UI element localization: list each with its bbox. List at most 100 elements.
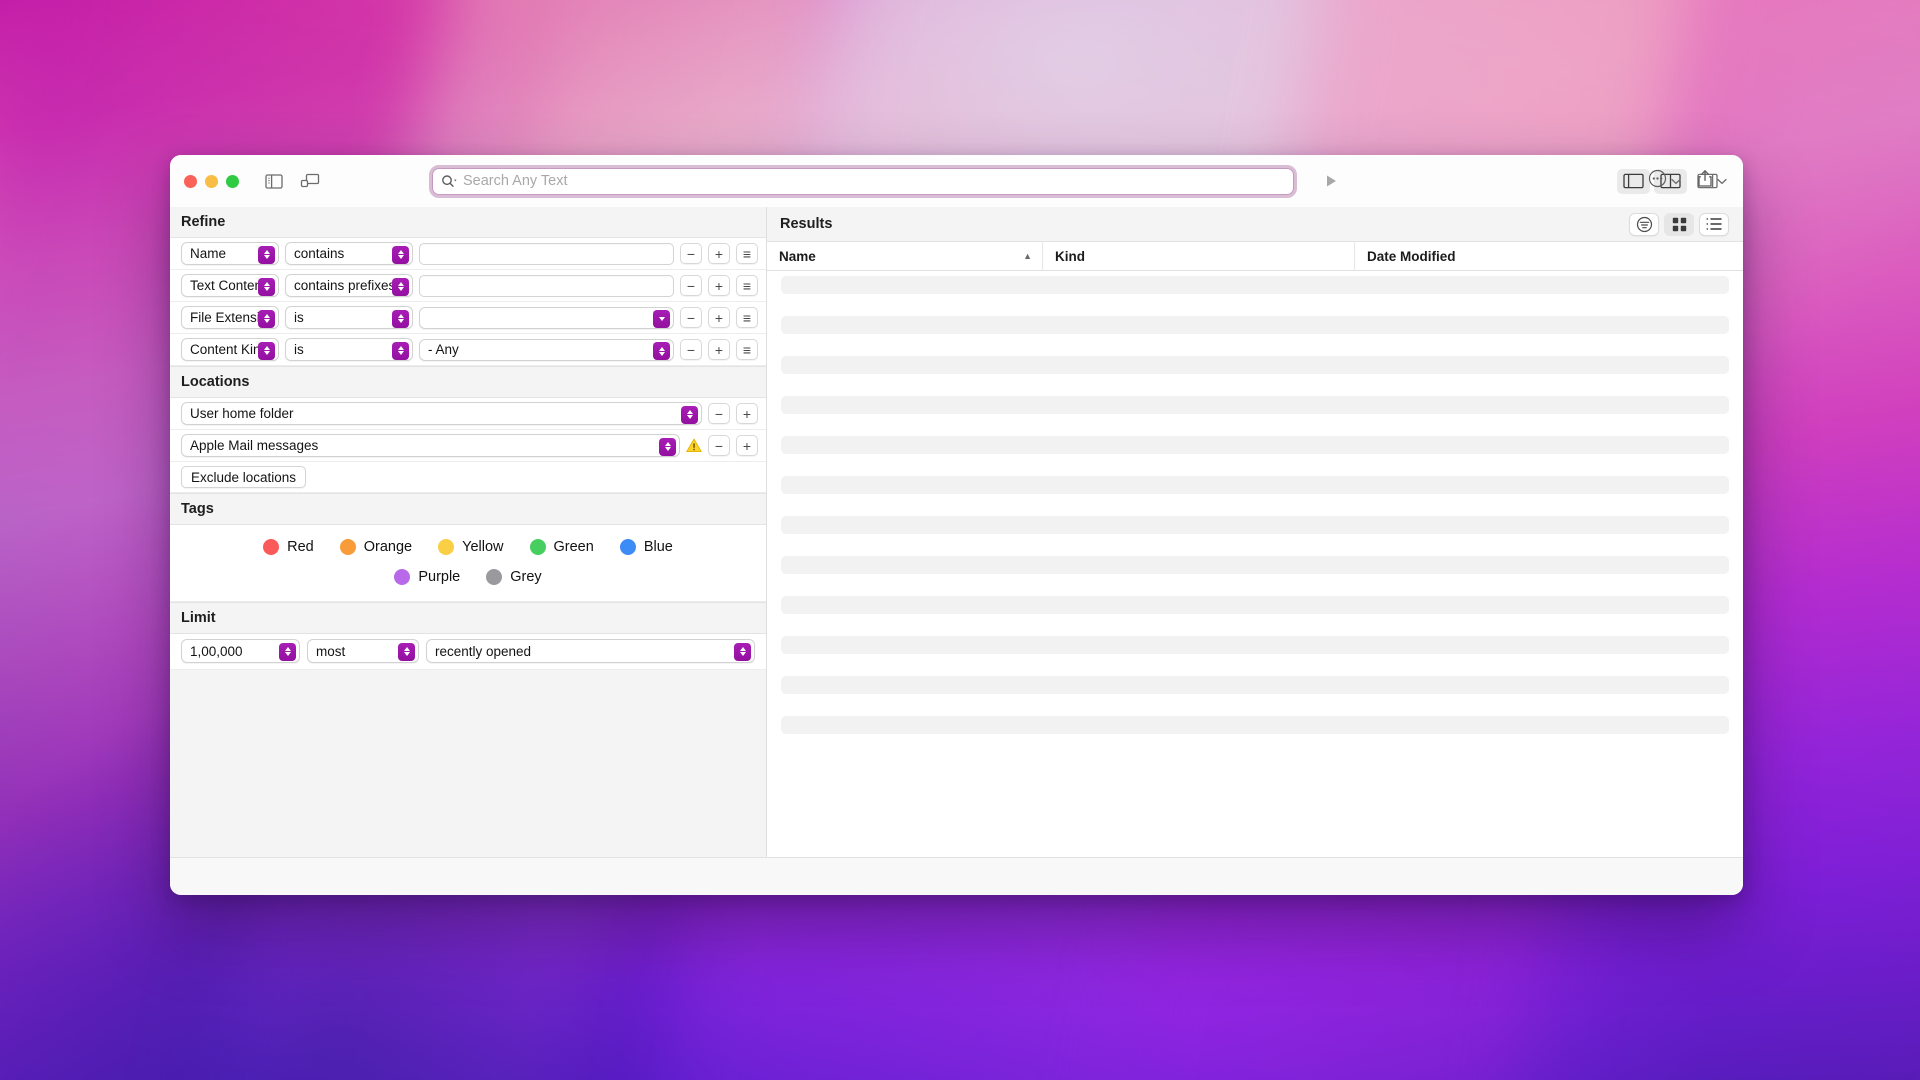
location-select[interactable]: Apple Mail messages xyxy=(181,434,680,457)
column-header-name[interactable]: Name ▲ xyxy=(767,242,1043,270)
tag-row: Purple Grey xyxy=(170,569,766,585)
results-row-placeholder[interactable] xyxy=(781,636,1729,654)
add-criterion-button[interactable]: + xyxy=(708,243,730,264)
stepper-icon[interactable] xyxy=(398,642,415,661)
tag-blue[interactable]: Blue xyxy=(619,539,673,555)
tag-label: Purple xyxy=(418,569,461,585)
exclude-locations-button[interactable]: Exclude locations xyxy=(181,466,307,488)
refine-value-combobox[interactable] xyxy=(419,306,674,329)
remove-location-button[interactable]: − xyxy=(708,403,730,424)
refine-field-select[interactable]: Name xyxy=(181,242,279,265)
stepper-icon[interactable] xyxy=(258,245,275,264)
stepper-icon[interactable] xyxy=(279,642,296,661)
tag-grey[interactable]: Grey xyxy=(486,569,542,585)
results-row-placeholder[interactable] xyxy=(781,716,1729,734)
remove-criterion-button[interactable]: − xyxy=(680,243,702,264)
criterion-menu-button[interactable]: ≡ xyxy=(736,339,758,360)
results-row-placeholder[interactable] xyxy=(781,596,1729,614)
stepper-icon[interactable] xyxy=(258,341,275,360)
stepper-icon[interactable] xyxy=(392,341,409,360)
tag-label: Grey xyxy=(510,569,542,585)
share-icon xyxy=(1697,169,1713,193)
results-title: Results xyxy=(780,216,833,232)
criteria-pane: Refine Name contains − + ≡ Text Content … xyxy=(170,207,767,857)
stepper-icon[interactable] xyxy=(734,642,751,661)
window-detach-button[interactable] xyxy=(295,168,325,194)
more-options-button[interactable] xyxy=(1648,169,1681,193)
refine-field-select[interactable]: Text Content xyxy=(181,274,279,297)
results-row-placeholder[interactable] xyxy=(781,516,1729,534)
refine-value-input[interactable] xyxy=(419,274,674,297)
results-row-placeholder[interactable] xyxy=(781,276,1729,294)
results-row-placeholder[interactable] xyxy=(781,396,1729,414)
search-input[interactable] xyxy=(463,168,1285,194)
remove-location-button[interactable]: − xyxy=(708,435,730,456)
stepper-icon[interactable] xyxy=(681,405,698,424)
limit-ordering-select[interactable]: most xyxy=(307,639,419,663)
sidebar-toggle-button[interactable] xyxy=(259,168,289,194)
stepper-icon[interactable] xyxy=(392,309,409,328)
results-list[interactable] xyxy=(767,271,1743,857)
zoom-window-button[interactable] xyxy=(226,174,239,188)
search-field[interactable] xyxy=(429,164,1297,198)
add-location-button[interactable]: + xyxy=(736,435,758,456)
limit-section-title: Limit xyxy=(170,602,766,634)
criterion-menu-button[interactable]: ≡ xyxy=(736,243,758,264)
chevron-down-icon[interactable] xyxy=(653,310,670,328)
stepper-icon[interactable] xyxy=(659,437,676,456)
remove-criterion-button[interactable]: − xyxy=(680,339,702,360)
column-header-date-modified[interactable]: Date Modified xyxy=(1355,242,1743,270)
limit-row: 1,00,000 most recently opened xyxy=(170,634,766,669)
minimize-window-button[interactable] xyxy=(205,174,218,188)
add-criterion-button[interactable]: + xyxy=(708,275,730,296)
results-header: Results xyxy=(767,207,1743,242)
results-list-view-button[interactable] xyxy=(1699,212,1729,236)
results-row-placeholder[interactable] xyxy=(781,436,1729,454)
tag-yellow[interactable]: Yellow xyxy=(438,539,504,555)
results-row-placeholder[interactable] xyxy=(781,556,1729,574)
add-location-button[interactable]: + xyxy=(736,403,758,424)
stepper-icon[interactable] xyxy=(392,245,409,264)
close-window-button[interactable] xyxy=(184,174,197,188)
refine-row: File Extension is − + ≡ xyxy=(170,302,766,334)
tag-purple[interactable]: Purple xyxy=(394,569,460,585)
refine-operator-select[interactable]: is xyxy=(285,306,413,329)
layout-left-button[interactable] xyxy=(1617,168,1650,194)
window-toolbar xyxy=(170,155,1743,207)
refine-operator-select[interactable]: contains prefixes xyxy=(285,274,413,297)
remove-criterion-button[interactable]: − xyxy=(680,275,702,296)
results-grid-view-button[interactable] xyxy=(1664,212,1694,236)
results-row-placeholder[interactable] xyxy=(781,356,1729,374)
criterion-menu-button[interactable]: ≡ xyxy=(736,307,758,328)
refine-value-select[interactable]: - Any xyxy=(419,338,674,361)
limit-count-select[interactable]: 1,00,000 xyxy=(181,639,300,663)
results-row-placeholder[interactable] xyxy=(781,476,1729,494)
refine-operator-select[interactable]: contains xyxy=(285,242,413,265)
stepper-icon[interactable] xyxy=(258,309,275,328)
criterion-menu-button[interactable]: ≡ xyxy=(736,275,758,296)
share-button[interactable] xyxy=(1697,169,1727,193)
limit-criterion-select[interactable]: recently opened xyxy=(426,639,755,663)
add-criterion-button[interactable]: + xyxy=(708,307,730,328)
refine-field-select[interactable]: File Extension xyxy=(181,306,279,329)
results-row-placeholder[interactable] xyxy=(781,676,1729,694)
refine-field-select[interactable]: Content Kind xyxy=(181,338,279,361)
tag-orange[interactable]: Orange xyxy=(339,539,412,555)
refine-operator-select[interactable]: is xyxy=(285,338,413,361)
tag-red[interactable]: Red xyxy=(263,539,314,555)
location-label: Apple Mail messages xyxy=(190,438,319,453)
stepper-icon[interactable] xyxy=(258,277,275,296)
run-search-button[interactable] xyxy=(1320,170,1342,192)
column-header-kind[interactable]: Kind xyxy=(1043,242,1355,270)
remove-criterion-button[interactable]: − xyxy=(680,307,702,328)
stepper-icon[interactable] xyxy=(653,342,670,360)
refine-operator-label: contains xyxy=(294,246,345,261)
stepper-icon[interactable] xyxy=(392,277,409,296)
refine-value-input[interactable] xyxy=(419,242,674,265)
results-filter-button[interactable] xyxy=(1629,212,1659,236)
location-select[interactable]: User home folder xyxy=(181,402,702,425)
tag-green[interactable]: Green xyxy=(529,539,594,555)
add-criterion-button[interactable]: + xyxy=(708,339,730,360)
results-row-placeholder[interactable] xyxy=(781,316,1729,334)
column-label: Name xyxy=(779,248,816,264)
